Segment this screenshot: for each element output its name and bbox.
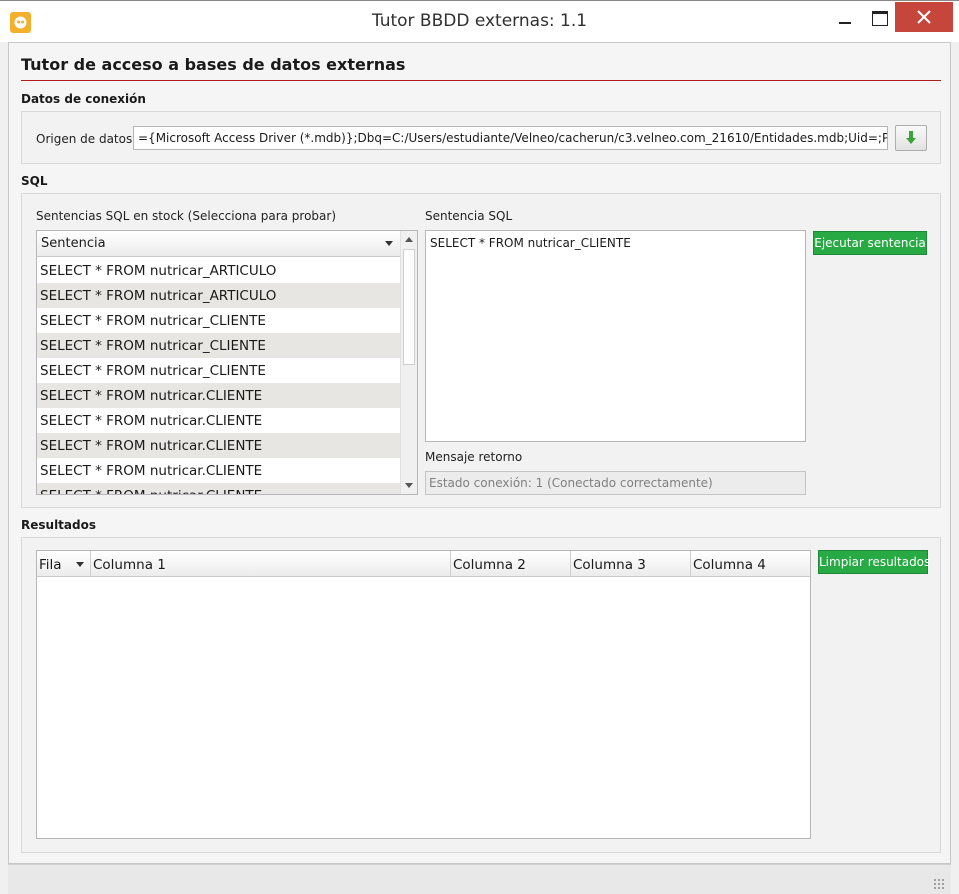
resize-grip-icon[interactable] [933, 878, 945, 890]
close-icon [917, 10, 931, 24]
results-group: Fila Columna 1 Columna 2 Columna 3 Colum… [21, 537, 941, 853]
stock-sql-label: Sentencias SQL en stock (Selecciona para… [36, 209, 337, 223]
main-panel: Tutor de acceso a bases de datos externa… [8, 42, 951, 864]
sql-section-label: SQL [21, 174, 48, 188]
return-message-field: Estado conexión: 1 (Conectado correctame… [425, 471, 806, 495]
list-item[interactable]: SELECT * FROM nutricar.CLIENTE [37, 458, 401, 483]
sql-group: Sentencias SQL en stock (Selecciona para… [21, 193, 941, 508]
column-header-2[interactable]: Columna 2 [451, 551, 571, 577]
connection-section-label: Datos de conexión [21, 92, 146, 106]
data-source-label: Origen de datos [36, 132, 133, 146]
window-title: Tutor BBDD externas: 1.1 [371, 11, 588, 31]
sql-editor-label: Sentencia SQL [425, 209, 513, 223]
column-header-3[interactable]: Columna 3 [571, 551, 691, 577]
list-item[interactable]: SELECT * FROM nutricar_CLIENTE [37, 358, 401, 383]
green-down-arrow-icon [906, 131, 916, 144]
list-item[interactable]: SELECT * FROM nutricar.CLIENTE [37, 408, 401, 433]
sql-editor[interactable]: SELECT * FROM nutricar_CLIENTE [425, 230, 806, 442]
load-connection-button[interactable] [895, 125, 927, 151]
column-header-1[interactable]: Columna 1 [91, 551, 451, 577]
results-grid[interactable]: Fila Columna 1 Columna 2 Columna 3 Colum… [36, 550, 811, 839]
page-title: Tutor de acceso a bases de datos externa… [21, 55, 406, 74]
list-item[interactable]: SELECT * FROM nutricar_ARTICULO [37, 283, 401, 308]
column-header-fila[interactable]: Fila [37, 551, 91, 577]
scroll-up-icon[interactable] [405, 237, 413, 242]
data-source-input[interactable]: ={Microsoft Access Driver (*.mdb)};Dbq=C… [133, 126, 888, 150]
list-item[interactable]: SELECT * FROM nutricar_ARTICULO [37, 258, 401, 283]
list-item[interactable]: SELECT * FROM nutricar.CLIENTE [37, 383, 401, 408]
clear-results-button[interactable]: Limpiar resultados [818, 550, 930, 574]
sort-dropdown-icon[interactable] [385, 241, 393, 246]
title-divider [21, 80, 941, 81]
minimize-button[interactable] [828, 2, 862, 32]
execute-sql-button[interactable]: Ejecutar sentencia [813, 231, 927, 255]
column-dropdown-icon[interactable] [76, 562, 84, 567]
list-scrollbar[interactable] [400, 231, 417, 494]
return-message-label: Mensaje retorno [425, 450, 523, 464]
scroll-thumb[interactable] [403, 249, 415, 365]
maximize-button[interactable] [862, 2, 896, 32]
list-header-label: Sentencia [41, 236, 106, 251]
list-column-header[interactable]: Sentencia [37, 231, 401, 257]
list-item[interactable]: SELECT * FROM nutricar_CLIENTE [37, 308, 401, 333]
connection-group: Origen de datos ={Microsoft Access Drive… [21, 111, 941, 164]
sql-stock-list[interactable]: Sentencia SELECT * FROM nutricar_ARTICUL… [36, 230, 418, 495]
title-bar: Tutor BBDD externas: 1.1 [0, 0, 959, 42]
results-grid-header: Fila Columna 1 Columna 2 Columna 3 Colum… [37, 551, 810, 577]
status-bar [8, 864, 951, 894]
scroll-down-icon[interactable] [405, 483, 413, 488]
column-header-4[interactable]: Columna 4 [691, 551, 811, 577]
list-item[interactable]: SELECT * FROM nutricar_CLIENTE [37, 333, 401, 358]
close-button[interactable] [895, 2, 953, 32]
results-section-label: Resultados [21, 518, 96, 532]
list-item[interactable]: SELECT * FROM nutricar.CLIENTE [37, 483, 401, 494]
list-item[interactable]: SELECT * FROM nutricar.CLIENTE [37, 433, 401, 458]
